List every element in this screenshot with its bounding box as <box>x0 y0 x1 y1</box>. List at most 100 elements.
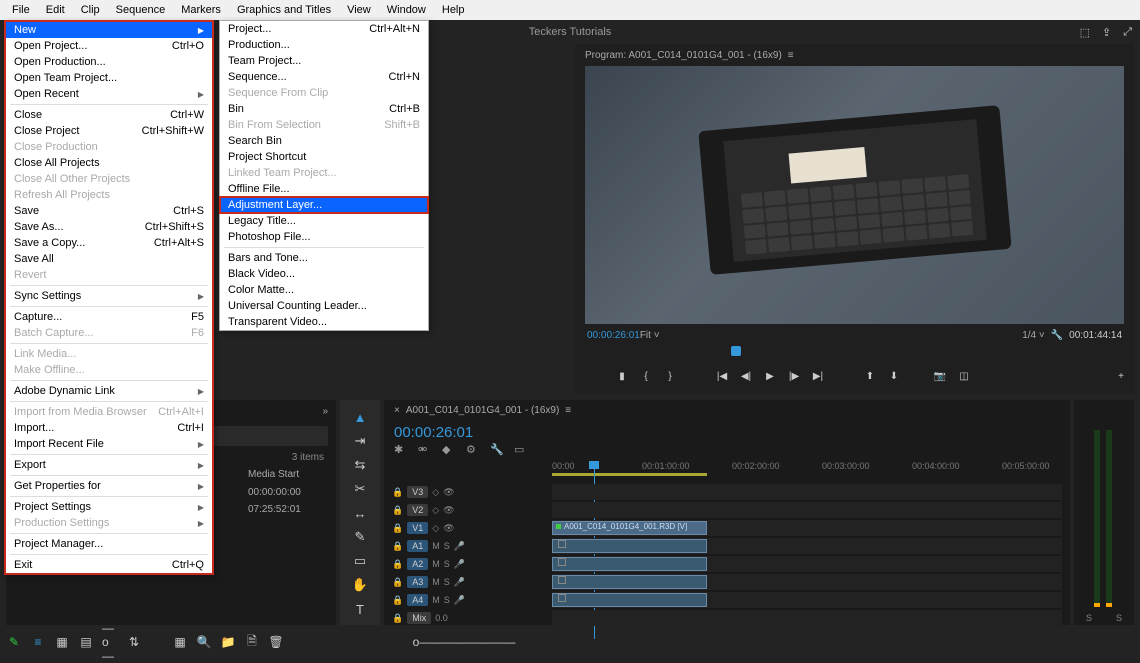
lock-icon[interactable]: 🔒 <box>392 523 403 534</box>
track-tag[interactable]: A4 <box>407 594 428 606</box>
menu-window[interactable]: Window <box>379 2 434 18</box>
clip[interactable] <box>552 593 707 607</box>
menuitem-project-manager-[interactable]: Project Manager... <box>6 536 212 552</box>
button-editor-icon[interactable]: + <box>1120 369 1134 383</box>
menuitem-photoshop-file-[interactable]: Photoshop File... <box>220 229 428 245</box>
mic-icon[interactable]: 🎤 <box>454 595 465 606</box>
fx-badge[interactable] <box>558 594 566 602</box>
eye-icon[interactable]: 👁 <box>443 487 454 498</box>
program-playhead[interactable] <box>731 346 741 356</box>
step-forward-icon[interactable]: |▶ <box>787 369 801 383</box>
menuitem-bin[interactable]: BinCtrl+B <box>220 101 428 117</box>
trash-icon[interactable]: 🗑 <box>268 634 284 650</box>
menu-edit[interactable]: Edit <box>38 2 73 18</box>
fx-badge[interactable] <box>558 540 566 548</box>
settings-icon[interactable]: ⚙ <box>466 443 480 457</box>
program-tab-label[interactable]: Program: A001_C014_0101G4_001 - (16x9) <box>585 50 782 61</box>
timeline-playhead[interactable] <box>589 461 599 469</box>
solo-button[interactable]: S <box>1086 613 1092 623</box>
menuitem-save-as-[interactable]: Save As...Ctrl+Shift+S <box>6 219 212 235</box>
menuitem-open-team-project-[interactable]: Open Team Project... <box>6 70 212 86</box>
menuitem-capture-[interactable]: Capture...F5 <box>6 309 212 325</box>
menu-markers[interactable]: Markers <box>173 2 229 18</box>
hand-tool-icon[interactable]: ✋ <box>351 576 369 594</box>
fullscreen-icon[interactable]: ⤢ <box>1123 26 1132 39</box>
marker-icon[interactable]: ◆ <box>442 443 456 457</box>
slip-tool-icon[interactable]: ↔ <box>351 504 369 522</box>
go-to-in-icon[interactable]: |◀ <box>715 369 729 383</box>
timeline-tab-label[interactable]: A001_C014_0101G4_001 - (16x9) <box>406 405 559 416</box>
menuitem-transparent-video-[interactable]: Transparent Video... <box>220 314 428 330</box>
panel-menu-icon[interactable]: ≡ <box>565 405 571 416</box>
menuitem-black-video-[interactable]: Black Video... <box>220 266 428 282</box>
rectangle-tool-icon[interactable]: ▭ <box>351 552 369 570</box>
clip[interactable]: A001_C014_0101G4_001.R3D [V] <box>552 521 707 535</box>
menuitem-get-properties-for[interactable]: Get Properties for <box>6 478 212 494</box>
col-media-start[interactable]: Media Start <box>248 469 328 480</box>
lock-icon[interactable]: 🔒 <box>392 559 403 570</box>
step-back-icon[interactable]: ◀| <box>739 369 753 383</box>
menuitem-universal-counting-leader-[interactable]: Universal Counting Leader... <box>220 298 428 314</box>
menuitem-import-recent-file[interactable]: Import Recent File <box>6 436 212 452</box>
menuitem-save[interactable]: SaveCtrl+S <box>6 203 212 219</box>
menuitem-close[interactable]: CloseCtrl+W <box>6 107 212 123</box>
linked-selection-icon[interactable]: ⚮ <box>418 443 432 457</box>
menuitem-offline-file-[interactable]: Offline File... <box>220 181 428 197</box>
zoom-slider[interactable]: —o— <box>102 634 118 650</box>
track-lane[interactable] <box>552 574 1062 590</box>
menuitem-color-matte-[interactable]: Color Matte... <box>220 282 428 298</box>
new-item-icon[interactable]: 🗎 <box>244 634 260 650</box>
work-area-bar[interactable] <box>552 473 707 476</box>
menuitem-bars-and-tone-[interactable]: Bars and Tone... <box>220 250 428 266</box>
lock-icon[interactable]: 🔒 <box>392 577 403 588</box>
menuitem-export[interactable]: Export <box>6 457 212 473</box>
mic-icon[interactable]: 🎤 <box>454 559 465 570</box>
track-select-tool-icon[interactable]: ⇥ <box>351 432 369 450</box>
menu-graphics-and-titles[interactable]: Graphics and Titles <box>229 2 339 18</box>
menuitem-open-project-[interactable]: Open Project...Ctrl+O <box>6 38 212 54</box>
menuitem-save-a-copy-[interactable]: Save a Copy...Ctrl+Alt+S <box>6 235 212 251</box>
fx-badge[interactable] <box>558 576 566 584</box>
menuitem-sync-settings[interactable]: Sync Settings <box>6 288 212 304</box>
menu-file[interactable]: File <box>4 2 38 18</box>
lock-icon[interactable]: 🔒 <box>392 487 403 498</box>
timeline-zoom-slider[interactable]: o———————— <box>404 634 524 650</box>
eye-icon[interactable]: 👁 <box>443 523 454 534</box>
track-lane[interactable]: A001_C014_0101G4_001.R3D [V] <box>552 520 1062 536</box>
menuitem-project-settings[interactable]: Project Settings <box>6 499 212 515</box>
share-icon[interactable]: ⇪ <box>1102 26 1111 39</box>
program-timecode-left[interactable]: 00:00:26:01 <box>587 330 640 341</box>
menuitem-project-shortcut[interactable]: Project Shortcut <box>220 149 428 165</box>
list-view-icon[interactable]: ≡ <box>30 634 46 650</box>
timeline-close-icon[interactable]: × <box>394 405 400 416</box>
program-fit-select[interactable]: Fit ˅ <box>640 330 660 341</box>
menuitem-search-bin[interactable]: Search Bin <box>220 133 428 149</box>
track-tag[interactable]: A2 <box>407 558 428 570</box>
selection-tool-icon[interactable]: ▲ <box>351 408 369 426</box>
menuitem-project-[interactable]: Project...Ctrl+Alt+N <box>220 21 428 37</box>
menu-view[interactable]: View <box>339 2 379 18</box>
timeline-timecode[interactable]: 00:00:26:01 <box>384 420 1070 443</box>
track-tag[interactable]: A3 <box>407 576 428 588</box>
mark-out-icon[interactable]: } <box>663 369 677 383</box>
lift-icon[interactable]: ⬆ <box>863 369 877 383</box>
track-tag[interactable]: V2 <box>407 504 428 516</box>
panel-collapse-icon[interactable]: » <box>322 406 328 417</box>
type-tool-icon[interactable]: T <box>351 600 369 618</box>
pen-tool-icon[interactable]: ✎ <box>351 528 369 546</box>
menuitem-production-[interactable]: Production... <box>220 37 428 53</box>
mic-icon[interactable]: 🎤 <box>454 541 465 552</box>
snap-icon[interactable]: ✱ <box>394 443 408 457</box>
track-lane[interactable] <box>552 538 1062 554</box>
eye-icon[interactable]: 👁 <box>443 505 454 516</box>
clip[interactable] <box>552 575 707 589</box>
timeline-ruler[interactable]: 00:0000:01:00:0000:02:00:0000:03:00:0000… <box>552 461 1070 479</box>
caption-icon[interactable]: ▭ <box>514 443 528 457</box>
pencil-icon[interactable]: ✎ <box>6 634 22 650</box>
extract-icon[interactable]: ⬇ <box>887 369 901 383</box>
mic-icon[interactable]: 🎤 <box>454 577 465 588</box>
menuitem-close-project[interactable]: Close ProjectCtrl+Shift+W <box>6 123 212 139</box>
lock-icon[interactable]: 🔒 <box>392 541 403 552</box>
go-to-out-icon[interactable]: ▶| <box>811 369 825 383</box>
track-lane[interactable] <box>552 502 1062 518</box>
